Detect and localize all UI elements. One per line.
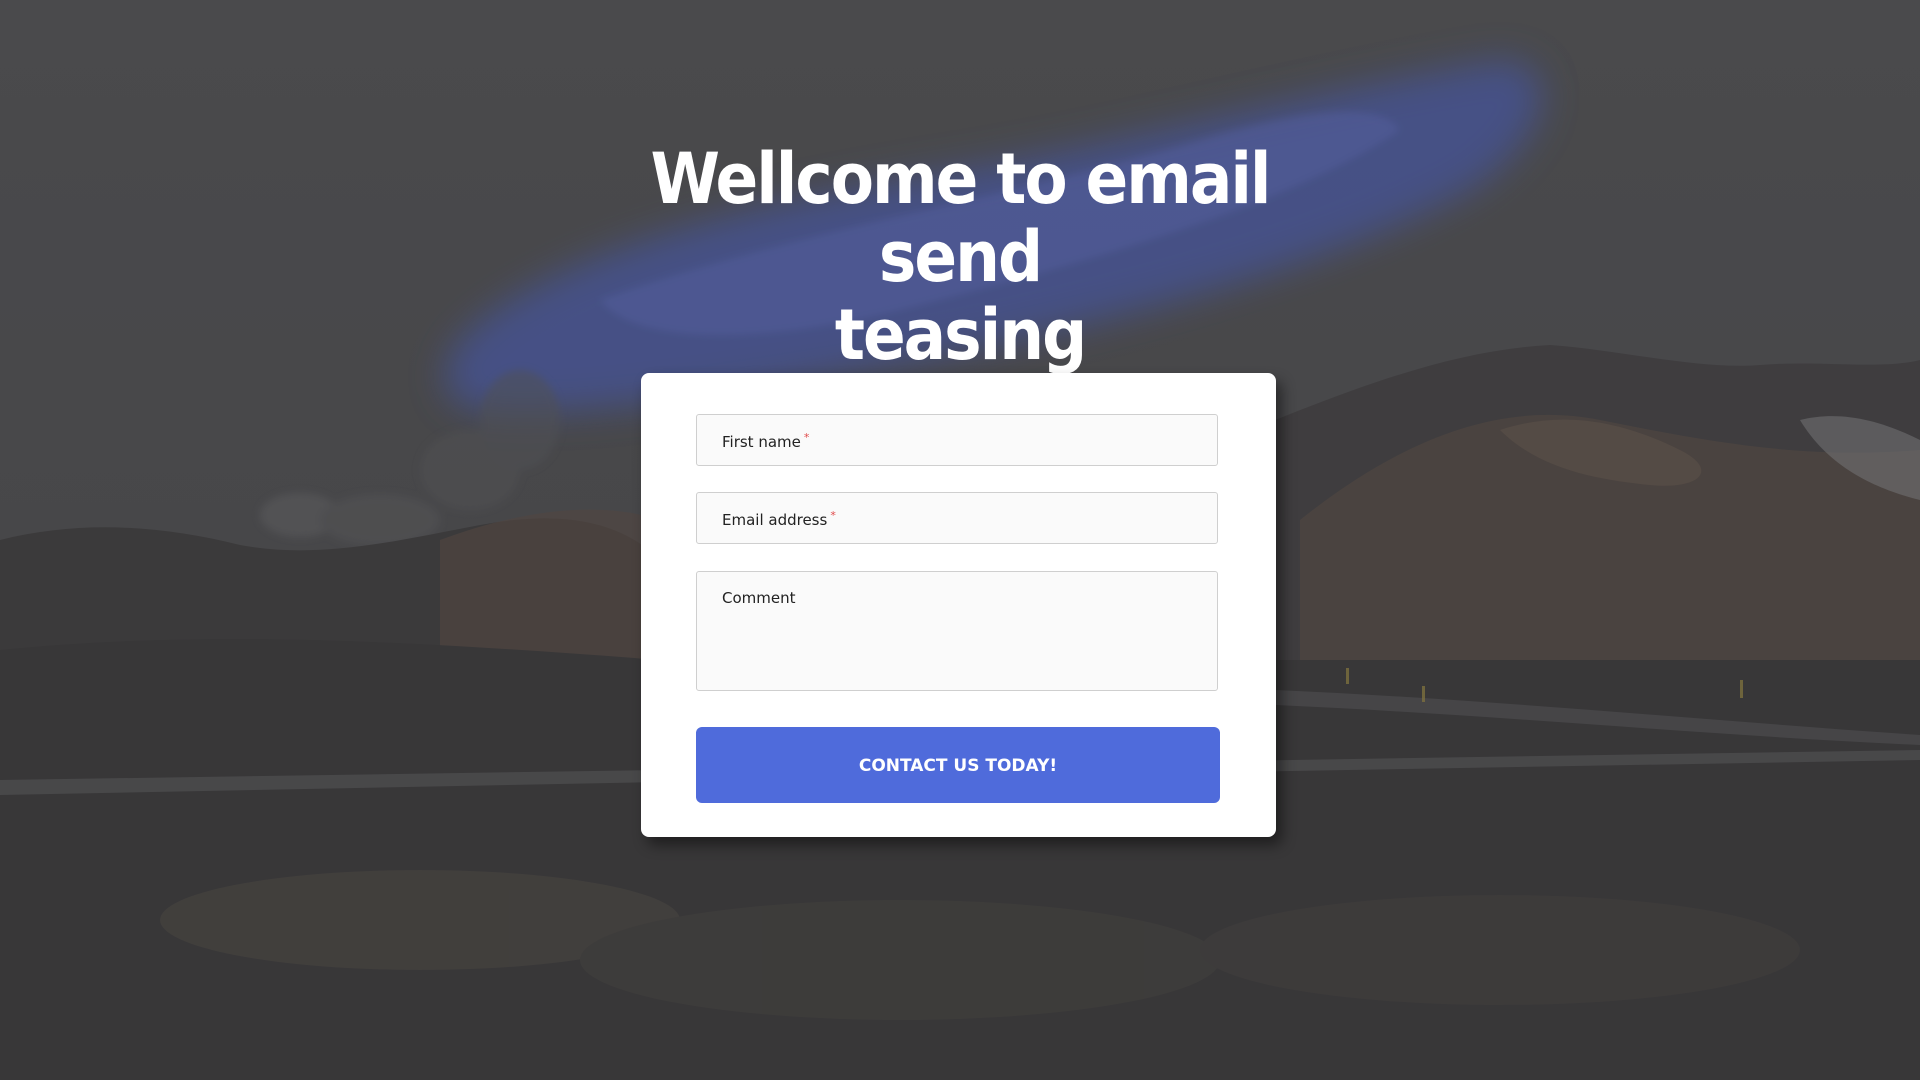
comment-field[interactable]: Comment: [696, 571, 1218, 691]
first-name-field[interactable]: First name *: [696, 414, 1218, 466]
required-marker: *: [830, 509, 836, 522]
email-field[interactable]: Email address *: [696, 492, 1218, 544]
first-name-label-text: First name: [722, 433, 801, 451]
email-label: Email address *: [722, 509, 836, 529]
contact-form-card: First name * Email address * Comment CONTA…: [641, 373, 1276, 837]
page-title-line2: teasing: [834, 294, 1087, 376]
comment-label: Comment: [722, 589, 796, 607]
page-title-line1: Wellcome to email send: [650, 138, 1272, 298]
contact-us-button[interactable]: CONTACT US TODAY!: [696, 727, 1220, 803]
first-name-label: First name *: [722, 431, 809, 451]
page-title: Wellcome to email send teasing: [560, 140, 1360, 374]
email-label-text: Email address: [722, 511, 828, 529]
required-marker: *: [803, 431, 810, 444]
